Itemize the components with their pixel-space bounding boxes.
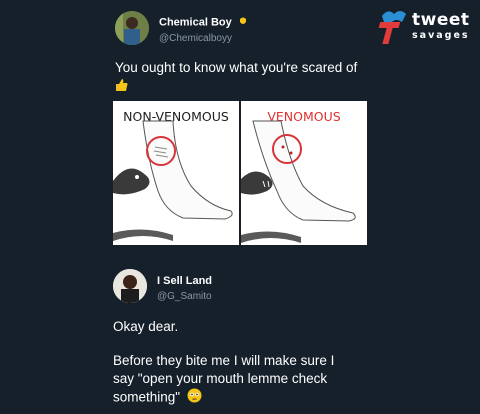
avatar-photo bbox=[115, 11, 149, 45]
venomous-bite-illustration bbox=[241, 120, 356, 243]
tweet2-author-handle[interactable]: @G_Samito bbox=[157, 291, 212, 302]
tweet2-line2: say "open your mouth lemme check bbox=[113, 371, 328, 386]
tweet1-author-name[interactable]: Chemical Boy bbox=[159, 16, 248, 29]
i-sell-land-avatar[interactable] bbox=[113, 269, 147, 303]
image-panel-venomous[interactable]: VENOMOUS bbox=[241, 101, 367, 245]
non-venomous-bite-illustration bbox=[113, 120, 233, 241]
logo-word-savages: savages bbox=[412, 30, 470, 41]
chemical-boy-avatar[interactable] bbox=[115, 11, 149, 45]
thumbs-up-icon bbox=[115, 78, 129, 97]
logo-mark-icon bbox=[378, 11, 406, 44]
tweet2-line3-text: something" bbox=[113, 389, 181, 405]
tweet1-text: You ought to know what you're scared of bbox=[115, 59, 357, 77]
image-panel-non-venomous[interactable]: NON-VENOMOUS bbox=[113, 101, 239, 245]
tweet1-author-handle[interactable]: @Chemicalboyy bbox=[159, 33, 232, 44]
tweet2-line1: Before they bite me I will make sure I bbox=[113, 353, 335, 368]
emoji-badge-icon bbox=[238, 16, 248, 29]
logo-word-tweet: tweet bbox=[412, 10, 470, 30]
tweet1-text-content: You ought to know what you're scared of bbox=[115, 60, 358, 75]
tweet-savages-logo: tweet savages bbox=[378, 8, 470, 48]
flushed-face-icon bbox=[187, 388, 202, 408]
tweet2-author-name[interactable]: I Sell Land bbox=[157, 275, 212, 287]
tweet2-reply: Okay dear. bbox=[113, 319, 179, 334]
tweet2-line3: something" bbox=[113, 388, 202, 408]
avatar-photo bbox=[113, 269, 147, 303]
author-name-text: Chemical Boy bbox=[159, 16, 232, 29]
